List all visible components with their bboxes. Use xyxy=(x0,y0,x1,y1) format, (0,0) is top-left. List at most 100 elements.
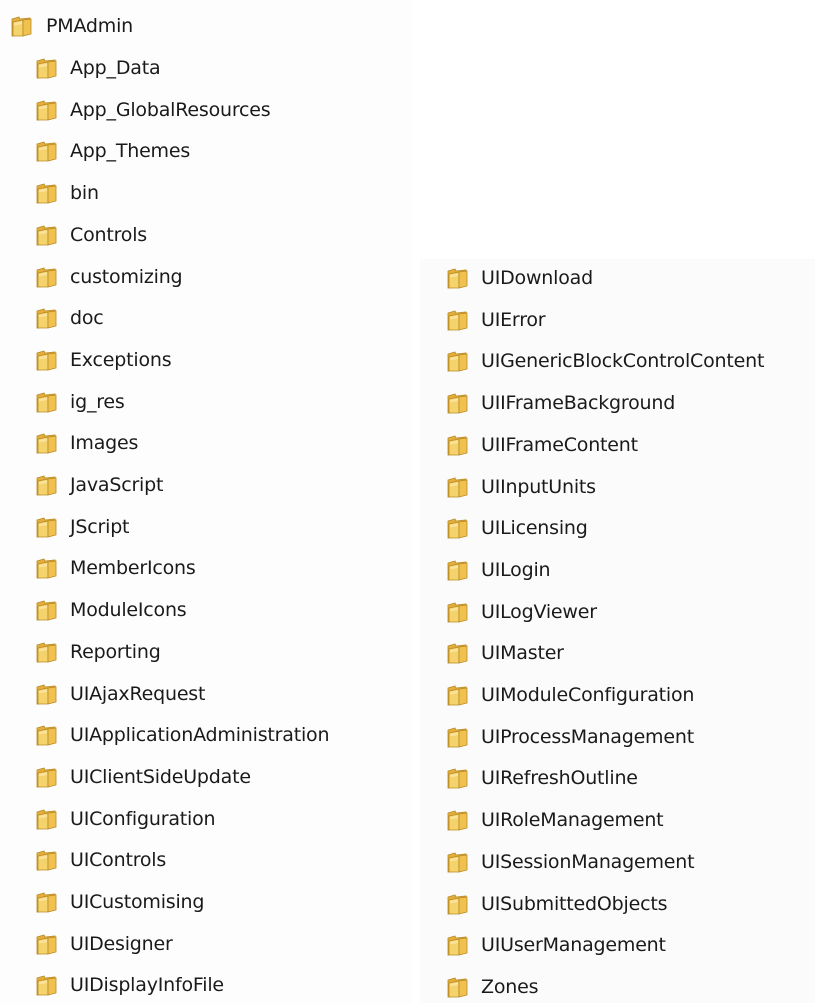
tree-item-membericons[interactable]: MemberIcons xyxy=(35,554,196,582)
tree-item-images[interactable]: Images xyxy=(35,429,138,457)
folder-icon xyxy=(447,643,468,664)
folder-icon xyxy=(36,642,57,663)
tree-item-label: UIDesigner xyxy=(70,932,173,955)
folder-icon xyxy=(36,58,57,79)
tree-item-uisessionmanagement[interactable]: UISessionManagement xyxy=(446,848,695,876)
folder-icon xyxy=(36,350,57,371)
tree-item-uiconfiguration[interactable]: UIConfiguration xyxy=(35,805,216,833)
tree-item-label: App_Themes xyxy=(70,140,191,163)
tree-item-app-data[interactable]: App_Data xyxy=(35,54,161,82)
tree-item-uidisplayinfofile[interactable]: UIDisplayInfoFile xyxy=(35,971,224,999)
folder-icon xyxy=(36,725,57,746)
tree-item-zones[interactable]: Zones xyxy=(446,973,538,1001)
tree-item-uicustomising[interactable]: UICustomising xyxy=(35,888,204,916)
folder-icon xyxy=(36,100,57,121)
tree-item-bin[interactable]: bin xyxy=(35,179,99,207)
tree-item-uilogin[interactable]: UILogin xyxy=(446,556,551,584)
tree-item-uiiframebackground[interactable]: UIIFrameBackground xyxy=(446,389,675,417)
folder-icon xyxy=(447,602,468,623)
tree-item-uirefreshoutline[interactable]: UIRefreshOutline xyxy=(446,764,638,792)
tree-item-uidownload[interactable]: UIDownload xyxy=(446,264,593,292)
tree-item-label: UIProcessManagement xyxy=(481,725,694,748)
folder-icon xyxy=(36,975,57,996)
tree-item-label: ModuleIcons xyxy=(70,599,187,622)
tree-item-uiusermanagement[interactable]: UIUserManagement xyxy=(446,931,666,959)
folder-icon xyxy=(447,810,468,831)
folder-icon xyxy=(447,518,468,539)
tree-item-root-pmadmin[interactable]: PMAdmin xyxy=(10,12,133,40)
tree-item-uiajaxrequest[interactable]: UIAjaxRequest xyxy=(35,680,205,708)
folder-icon xyxy=(36,475,57,496)
tree-item-javascript[interactable]: JavaScript xyxy=(35,471,163,499)
tree-item-uisubmittedobjects[interactable]: UISubmittedObjects xyxy=(446,890,667,918)
tree-item-label: ig_res xyxy=(70,390,125,413)
tree-item-label: UIError xyxy=(481,308,546,331)
tree-item-label: UIIFrameBackground xyxy=(481,392,676,415)
tree-item-label: PMAdmin xyxy=(46,15,134,37)
tree-item-uicontrols[interactable]: UIControls xyxy=(35,846,166,874)
tree-item-uilogviewer[interactable]: UILogViewer xyxy=(446,598,597,626)
tree-item-uilicensing[interactable]: UILicensing xyxy=(446,514,588,542)
tree-item-label: App_GlobalResources xyxy=(70,98,271,121)
tree-item-label: UICustomising xyxy=(70,891,205,913)
tree-item-label: UISubmittedObjects xyxy=(481,892,668,915)
tree-item-app-globalresources[interactable]: App_GlobalResources xyxy=(35,96,271,124)
tree-item-label: UISessionManagement xyxy=(481,850,695,873)
folder-icon xyxy=(447,560,468,581)
tree-item-doc[interactable]: doc xyxy=(35,304,104,332)
folder-icon xyxy=(447,977,468,998)
tree-item-uimaster[interactable]: UIMaster xyxy=(446,639,564,667)
tree-item-uiinputunits[interactable]: UIInputUnits xyxy=(446,473,596,501)
tree-item-label: doc xyxy=(70,307,104,330)
tree-item-uiiframecontent[interactable]: UIIFrameContent xyxy=(446,431,638,459)
folder-icon xyxy=(447,351,468,372)
tree-item-uiclientsideupdate[interactable]: UIClientSideUpdate xyxy=(35,763,251,791)
tree-item-moduleicons[interactable]: ModuleIcons xyxy=(35,596,187,624)
tree-item-label: UIIFrameContent xyxy=(481,433,638,456)
tree-item-label: UIConfiguration xyxy=(70,807,216,830)
folder-icon xyxy=(36,767,57,788)
tree-item-label: UIDisplayInfoFile xyxy=(70,974,224,997)
tree-item-reporting[interactable]: Reporting xyxy=(35,638,161,666)
folder-icon xyxy=(36,392,57,413)
tree-item-uiapplicationadministration[interactable]: UIApplicationAdministration xyxy=(35,721,330,749)
folder-icon xyxy=(36,809,57,830)
tree-item-uirolemanagement[interactable]: UIRoleManagement xyxy=(446,806,664,834)
folder-icon xyxy=(36,433,57,454)
tree-item-label: customizing xyxy=(70,265,183,288)
tree-item-label: UILicensing xyxy=(481,517,588,540)
tree-item-label: UIRoleManagement xyxy=(481,809,664,832)
tree-item-uierror[interactable]: UIError xyxy=(446,306,546,334)
tree-item-label: App_Data xyxy=(70,57,161,79)
folder-icon xyxy=(36,600,57,621)
tree-item-label: UIMaster xyxy=(481,642,564,665)
folder-icon xyxy=(36,141,57,162)
tree-item-uidesigner[interactable]: UIDesigner xyxy=(35,930,173,958)
folder-icon xyxy=(447,477,468,498)
tree-item-jscript[interactable]: JScript xyxy=(35,513,130,541)
tree-item-ig-res[interactable]: ig_res xyxy=(35,388,125,416)
tree-item-label: UIControls xyxy=(70,849,167,872)
tree-item-controls[interactable]: Controls xyxy=(35,221,147,249)
tree-item-uimoduleconfiguration[interactable]: UIModuleConfiguration xyxy=(446,681,694,709)
folder-icon xyxy=(447,727,468,748)
tree-item-uiprocessmanagement[interactable]: UIProcessManagement xyxy=(446,723,694,751)
tree-item-label: UILogViewer xyxy=(481,600,597,623)
tree-item-label: UIModuleConfiguration xyxy=(481,684,695,706)
tree-item-label: Zones xyxy=(481,975,539,998)
tree-item-label: Reporting xyxy=(70,640,161,663)
tree-item-label: JScript xyxy=(70,515,130,538)
tree-item-uigenericblockcontrolcontent[interactable]: UIGenericBlockControlContent xyxy=(446,347,764,375)
tree-item-label: Images xyxy=(70,432,139,455)
tree-item-exceptions[interactable]: Exceptions xyxy=(35,346,172,374)
tree-item-label: UIInputUnits xyxy=(481,475,596,498)
folder-icon xyxy=(447,268,468,289)
tree-item-label: UIRefreshOutline xyxy=(481,767,638,790)
tree-item-label: UIDownload xyxy=(481,267,593,289)
folder-icon xyxy=(36,267,57,288)
tree-item-customizing[interactable]: customizing xyxy=(35,263,183,291)
folder-icon xyxy=(36,684,57,705)
tree-item-app-themes[interactable]: App_Themes xyxy=(35,137,190,165)
folder-icon xyxy=(447,310,468,331)
folder-icon xyxy=(447,435,468,456)
